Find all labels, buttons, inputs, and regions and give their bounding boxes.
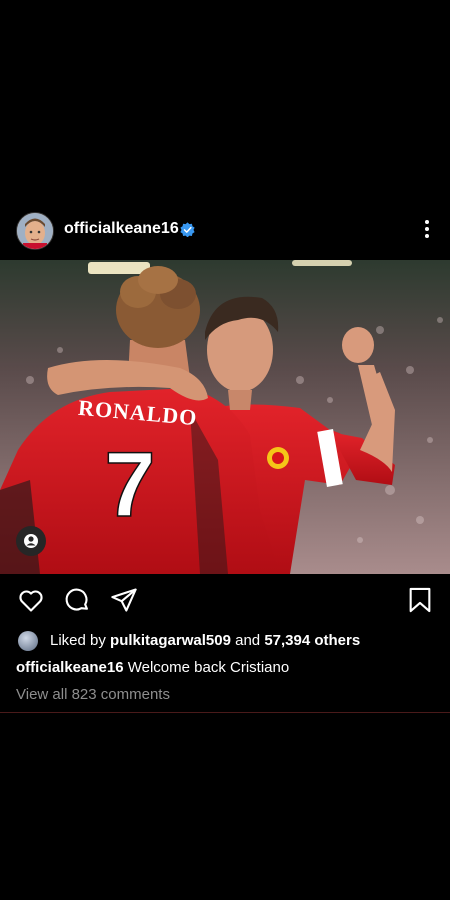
- liked-by-prefix: Liked by: [50, 632, 106, 649]
- liker-avatar: [18, 631, 38, 651]
- verified-badge-icon: [180, 222, 195, 237]
- post-caption: officialkeane16 Welcome back Cristiano: [16, 659, 289, 676]
- share-icon[interactable]: [110, 586, 138, 614]
- caption-text: Welcome back Cristiano: [127, 659, 290, 676]
- user-tag-icon[interactable]: [16, 526, 46, 556]
- view-comments-link[interactable]: View all 823 comments: [16, 686, 170, 703]
- post-photo-illustration: RONALDO 7: [0, 260, 450, 574]
- more-vertical-icon[interactable]: [424, 220, 430, 240]
- profile-avatar[interactable]: [16, 212, 54, 250]
- action-bar: [0, 586, 450, 616]
- bookmark-icon[interactable]: [406, 586, 434, 614]
- divider: [0, 712, 450, 713]
- likes-count[interactable]: 57,394 others: [264, 632, 360, 649]
- caption-username[interactable]: officialkeane16: [16, 659, 124, 676]
- liker-username[interactable]: pulkitagarwal509: [110, 632, 231, 649]
- likes-summary[interactable]: Liked by pulkitagarwal509 and 57,394 oth…: [16, 630, 436, 652]
- post-username[interactable]: officialkeane16: [64, 220, 179, 238]
- jersey-number-text: 7: [104, 434, 155, 536]
- post-photo[interactable]: RONALDO 7: [0, 260, 450, 574]
- post-header: officialkeane16: [0, 208, 450, 252]
- heart-icon[interactable]: [17, 586, 45, 614]
- comment-icon[interactable]: [63, 586, 91, 614]
- liked-by-conj: and: [235, 632, 261, 649]
